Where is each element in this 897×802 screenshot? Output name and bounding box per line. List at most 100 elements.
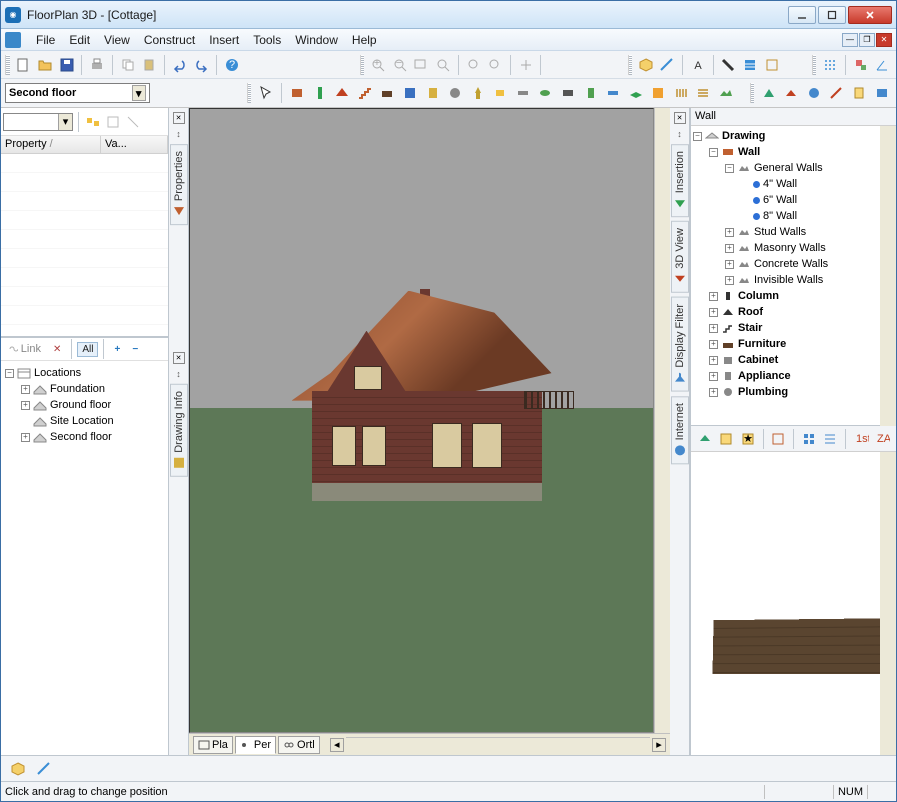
right-preview-scrollbar[interactable]: [880, 452, 896, 755]
menu-tools[interactable]: Tools: [246, 31, 288, 49]
view-3d-button[interactable]: [636, 54, 656, 76]
tree-masonry[interactable]: Masonry Walls: [754, 242, 826, 254]
vptab-plan[interactable]: Pla: [193, 736, 233, 754]
stair-tool[interactable]: [354, 82, 375, 104]
tree-cabinet[interactable]: Cabinet: [738, 354, 778, 366]
help-button[interactable]: ?: [222, 54, 242, 76]
zoom-fit-button[interactable]: [433, 54, 453, 76]
grip-icon[interactable]: [360, 55, 365, 75]
tree-general-walls[interactable]: General Walls: [754, 162, 823, 174]
wall-tool[interactable]: [287, 82, 308, 104]
prop-tool-3[interactable]: [124, 113, 142, 131]
tree-stair[interactable]: Stair: [738, 322, 762, 334]
layers-button[interactable]: [740, 54, 760, 76]
rtool-4[interactable]: [769, 428, 789, 450]
tree-site[interactable]: Site Location: [50, 415, 114, 427]
minimize-button[interactable]: [788, 6, 816, 24]
prop-tool-1[interactable]: [84, 113, 102, 131]
pin-icon[interactable]: ✕: [173, 112, 185, 124]
zoom-extents-button[interactable]: [464, 54, 484, 76]
undo-button[interactable]: [170, 54, 190, 76]
property-filter-combo[interactable]: ▾: [3, 113, 73, 131]
vptab-perspective[interactable]: Per: [235, 736, 276, 754]
tree-4wall[interactable]: 4" Wall: [763, 178, 797, 190]
close-button[interactable]: [848, 6, 892, 24]
menu-help[interactable]: Help: [345, 31, 384, 49]
roof-tool[interactable]: [332, 82, 353, 104]
tree-column[interactable]: Column: [738, 290, 779, 302]
mdi-minimize-button[interactable]: —: [842, 33, 858, 47]
vtab-drawinginfo[interactable]: Drawing Info: [170, 384, 188, 477]
property-grid[interactable]: Property / Va...: [1, 136, 168, 336]
save-button[interactable]: [57, 54, 77, 76]
tree-appliance[interactable]: Appliance: [738, 370, 791, 382]
camera-tool[interactable]: [467, 82, 488, 104]
copy-button[interactable]: [118, 54, 138, 76]
tree-roof[interactable]: Roof: [738, 306, 763, 318]
link-button[interactable]: Link: [3, 341, 46, 357]
tree-wall[interactable]: Wall: [738, 146, 760, 158]
tree-drawing[interactable]: Drawing: [722, 130, 765, 142]
pin-icon[interactable]: ✕: [674, 112, 686, 124]
options-button[interactable]: [762, 54, 782, 76]
rtool-2[interactable]: [717, 428, 737, 450]
walk-button[interactable]: [781, 82, 802, 104]
grip-icon[interactable]: [812, 55, 817, 75]
scroll-right-button[interactable]: ▸: [652, 738, 666, 752]
redo-button[interactable]: [191, 54, 211, 76]
zoom-in-button[interactable]: +: [368, 54, 388, 76]
vtab-internet[interactable]: Internet: [671, 396, 689, 464]
tree-concrete[interactable]: Concrete Walls: [754, 258, 828, 270]
viewport-scrollbar-v[interactable]: [654, 108, 670, 733]
rtool-1[interactable]: [695, 428, 715, 450]
terrain-tool[interactable]: [716, 82, 737, 104]
tree-invisible[interactable]: Invisible Walls: [754, 274, 823, 286]
deck-tool[interactable]: [693, 82, 714, 104]
cabinet-tool[interactable]: [400, 82, 421, 104]
add-loc-button[interactable]: +: [109, 342, 125, 357]
column-tool[interactable]: [309, 82, 330, 104]
zoom-out-button[interactable]: −: [390, 54, 410, 76]
bottom-tool-1[interactable]: [7, 758, 29, 780]
viewport-canvas[interactable]: [189, 108, 654, 733]
tree-foundation[interactable]: Foundation: [50, 383, 105, 395]
vptab-ortho[interactable]: Ortl: [278, 736, 320, 754]
tree-8wall[interactable]: 8" Wall: [763, 210, 797, 222]
appliance-tool[interactable]: [422, 82, 443, 104]
light-tool[interactable]: [490, 82, 511, 104]
menu-view[interactable]: View: [97, 31, 137, 49]
fly-button[interactable]: [803, 82, 824, 104]
tree-plumbing[interactable]: Plumbing: [738, 386, 788, 398]
vtab-displayfilter[interactable]: Display Filter: [671, 297, 689, 392]
snap-grid-button[interactable]: [820, 54, 840, 76]
tree-secondfloor[interactable]: Second floor: [50, 431, 112, 443]
vtab-3dview[interactable]: 3D View: [671, 221, 689, 293]
vtab-insertion[interactable]: Insertion: [671, 144, 689, 217]
catalog-button[interactable]: [871, 82, 892, 104]
door-tool[interactable]: [580, 82, 601, 104]
snap-angle-button[interactable]: [872, 54, 892, 76]
grip-icon[interactable]: [750, 83, 755, 103]
menu-edit[interactable]: Edit: [62, 31, 97, 49]
materials-button[interactable]: [719, 54, 739, 76]
rtool-3[interactable]: ★: [738, 428, 758, 450]
export-button[interactable]: [849, 82, 870, 104]
measure-button[interactable]: [658, 54, 678, 76]
tree-stud[interactable]: Stud Walls: [754, 226, 806, 238]
rtool-8[interactable]: ZA: [872, 428, 892, 450]
text-note-tool[interactable]: [535, 82, 556, 104]
furniture-tool[interactable]: [377, 82, 398, 104]
rtool-7[interactable]: 1st: [851, 428, 871, 450]
delete-loc-button[interactable]: ✕: [48, 342, 66, 357]
grip-icon[interactable]: [5, 55, 10, 75]
paste-button[interactable]: [139, 54, 159, 76]
vtab-properties[interactable]: Properties: [170, 144, 188, 225]
snap-object-button[interactable]: [851, 54, 871, 76]
text-button[interactable]: A: [688, 54, 708, 76]
zoom-window-button[interactable]: [412, 54, 432, 76]
menu-file[interactable]: File: [29, 31, 62, 49]
locations-tree[interactable]: −Locations +Foundation +Ground floor Sit…: [1, 361, 168, 755]
open-button[interactable]: [35, 54, 55, 76]
pan-button[interactable]: [516, 54, 536, 76]
zoom-prev-button[interactable]: [485, 54, 505, 76]
